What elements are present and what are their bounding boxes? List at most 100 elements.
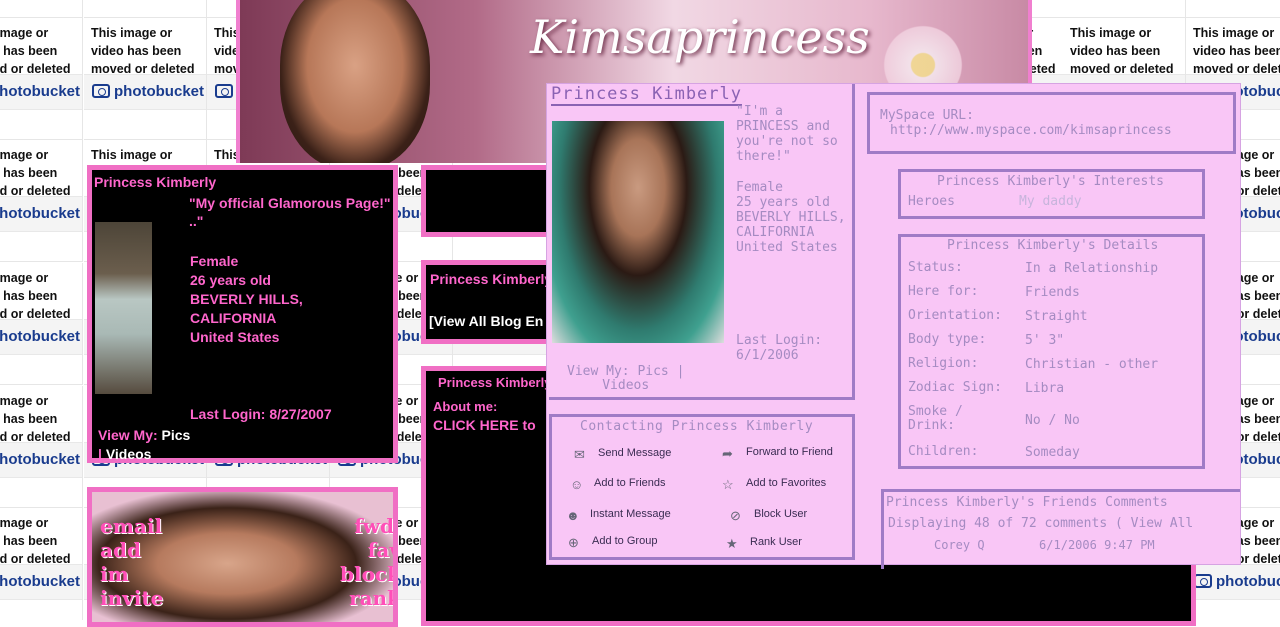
videos-link[interactable]: Videos [106, 446, 152, 462]
photobucket-logo-text: photobucket [0, 205, 80, 222]
heroes-label: Heroes [908, 194, 955, 209]
camera-icon [1194, 574, 1212, 588]
photobucket-logo-text: photobucket [1216, 573, 1280, 590]
pics-link[interactable]: Pics [162, 427, 191, 443]
add-to-group-button[interactable]: ⊕ Add to Group [568, 535, 658, 550]
contact-box: Contacting Princess Kimberly ✉ Send Messa… [549, 414, 855, 560]
photobucket-logo: photobucket [1186, 564, 1280, 600]
view-all-blog-link[interactable]: [View All Blog En [429, 313, 543, 329]
contact-header: Contacting Princess Kimberly [580, 419, 814, 434]
rank-user-button[interactable]: ★ Rank User [726, 536, 802, 551]
placeholder-text: This image or video has been moved or de… [1070, 26, 1174, 76]
add-friend-icon: ☺ [570, 477, 584, 492]
collage-rank: rank [349, 586, 398, 610]
panel-last-login-date: 6/1/2006 [736, 348, 799, 363]
detail-value-body-type: 5' 3" [1025, 333, 1065, 348]
forward-icon: ➦ [722, 446, 733, 461]
photobucket-logo-text: photobucket [0, 83, 80, 100]
forward-to-friend-button[interactable]: ➦ Forward to Friend [722, 446, 833, 461]
blog-name: Princess Kimberly [430, 271, 553, 287]
detail-value-orientation: Straight [1025, 309, 1088, 324]
panel-view-pics-link[interactable]: View My: Pics | [567, 365, 684, 379]
friends-comments-header: Princess Kimberly's Friends Comments [886, 495, 1168, 510]
detail-key-smoke-drink: Smoke / Drink: [908, 404, 963, 433]
panel-view-videos-link[interactable]: Videos [567, 379, 684, 393]
left-profile-box: Princess Kimberly "My official Glamorous… [87, 165, 398, 463]
envelope-icon: ✉ [574, 447, 585, 462]
camera-icon [215, 84, 233, 98]
panel-info: Female 25 years old BEVERLY HILLS, CALIF… [736, 180, 851, 255]
collage-invite: invite [100, 586, 164, 610]
click-here-link[interactable]: CLICK HERE to [433, 417, 536, 433]
comment-author[interactable]: Corey Q [934, 538, 985, 552]
banner-portrait [280, 0, 430, 163]
instant-message-button[interactable]: ☻ Instant Message [566, 508, 671, 523]
photobucket-placeholder-tile: This image or video has been moved or de… [0, 508, 83, 620]
send-message-button[interactable]: ✉ Send Message [574, 447, 672, 462]
interests-box: Princess Kimberly's Interests Heroes My … [898, 169, 1205, 219]
profile-info: Female 26 years old BEVERLY HILLS, CALIF… [190, 252, 303, 347]
about-me-label: About me: [433, 399, 498, 414]
collage-im: im [100, 562, 129, 586]
photobucket-logo: photobucket [0, 196, 82, 232]
detail-key-children: Children: [908, 444, 979, 459]
photobucket-logo: photobucket [84, 74, 206, 110]
collage-left-words: email add im invite [100, 514, 163, 610]
heroes-value: My daddy [1019, 194, 1082, 209]
photobucket-placeholder-tile: This image or video has been moved or de… [1186, 0, 1280, 18]
photobucket-logo: photobucket [0, 319, 82, 355]
photobucket-placeholder-tile: This image or video has been moved or de… [0, 386, 83, 508]
contact-collage-image[interactable]: email add im invite fwd. fav block rank [87, 487, 398, 627]
collage-fav: fav [367, 538, 398, 562]
add-favorites-label: Add to Favorites [746, 477, 827, 489]
collage-add: add [100, 538, 141, 562]
detail-key-status: Status: [908, 260, 963, 275]
details-header: Princess Kimberly's Details [947, 238, 1159, 253]
detail-key-orientation: Orientation: [908, 308, 1002, 323]
photobucket-logo: photobucket [0, 442, 82, 478]
detail-key-zodiac: Zodiac Sign: [908, 380, 1002, 395]
placeholder-text: This image or video has been moved or de… [0, 26, 71, 76]
placeholder-text: This image or video has been moved or de… [1193, 26, 1280, 76]
panel-profile-photo[interactable] [552, 121, 724, 343]
add-to-favorites-button[interactable]: ☆ Add to Favorites [722, 477, 827, 492]
block-user-button[interactable]: ⊘ Block User [730, 508, 808, 523]
photobucket-logo-text: photobucket [0, 328, 80, 345]
panel-last-login: Last Login: 6/1/2006 [736, 333, 822, 363]
photobucket-logo-text: photobucket [0, 573, 80, 590]
add-group-label: Add to Group [592, 535, 658, 547]
blog-box: Princess Kimberly [View All Blog En [421, 260, 553, 344]
myspace-url-link[interactable]: http://www.myspace.com/kimsaprincess [880, 123, 1172, 138]
favorites-icon: ☆ [722, 477, 734, 492]
block-user-label: Block User [754, 508, 808, 520]
panel-gender: Female [736, 180, 783, 195]
detail-key-here-for: Here for: [908, 284, 979, 299]
profile-last-login: Last Login: 8/27/2007 [190, 406, 332, 422]
myspace-url-label: MySpace URL: [880, 108, 974, 123]
profile-gender: Female [190, 253, 239, 269]
placeholder-text: This image or video has been moved or de… [0, 394, 71, 444]
banner-title: Kimsaprincess [530, 10, 870, 64]
add-to-friends-button[interactable]: ☺ Add to Friends [570, 477, 666, 492]
comment-row: Corey Q 6/1/2006 9:47 PM [934, 538, 1155, 552]
panel-location: BEVERLY HILLS, CALIFORNIA United States [736, 210, 846, 255]
profile-country: United States [190, 329, 280, 345]
comment-date: 6/1/2006 9:47 PM [1039, 538, 1155, 552]
myspace-url: MySpace URL: http://www.myspace.com/kims… [880, 108, 1172, 138]
add-friends-label: Add to Friends [594, 477, 666, 489]
camera-icon [92, 84, 110, 98]
send-message-label: Send Message [598, 447, 672, 459]
detail-value-zodiac: Libra [1025, 381, 1065, 396]
profile-photo[interactable] [95, 222, 152, 394]
panel-view-my: View My: Pics | Videos [567, 365, 684, 393]
comments-count[interactable]: Displaying 48 of 72 comments ( View All [888, 516, 1193, 531]
detail-key-religion: Religion: [908, 356, 979, 371]
profile-quote: "My official Glamorous Page!" .." [189, 194, 399, 230]
myspace-profile-panel: Princess Kimberly "I'm a PRINCESS and yo… [547, 84, 1240, 569]
photobucket-logo: photobucket [0, 564, 82, 600]
photobucket-placeholder-tile: This image or video has been moved or de… [84, 18, 207, 140]
block-icon: ⊘ [730, 508, 741, 523]
panel-last-login-label: Last Login: [736, 333, 823, 348]
collage-email: email [100, 514, 163, 538]
detail-value-religion: Christian - other [1025, 357, 1159, 372]
